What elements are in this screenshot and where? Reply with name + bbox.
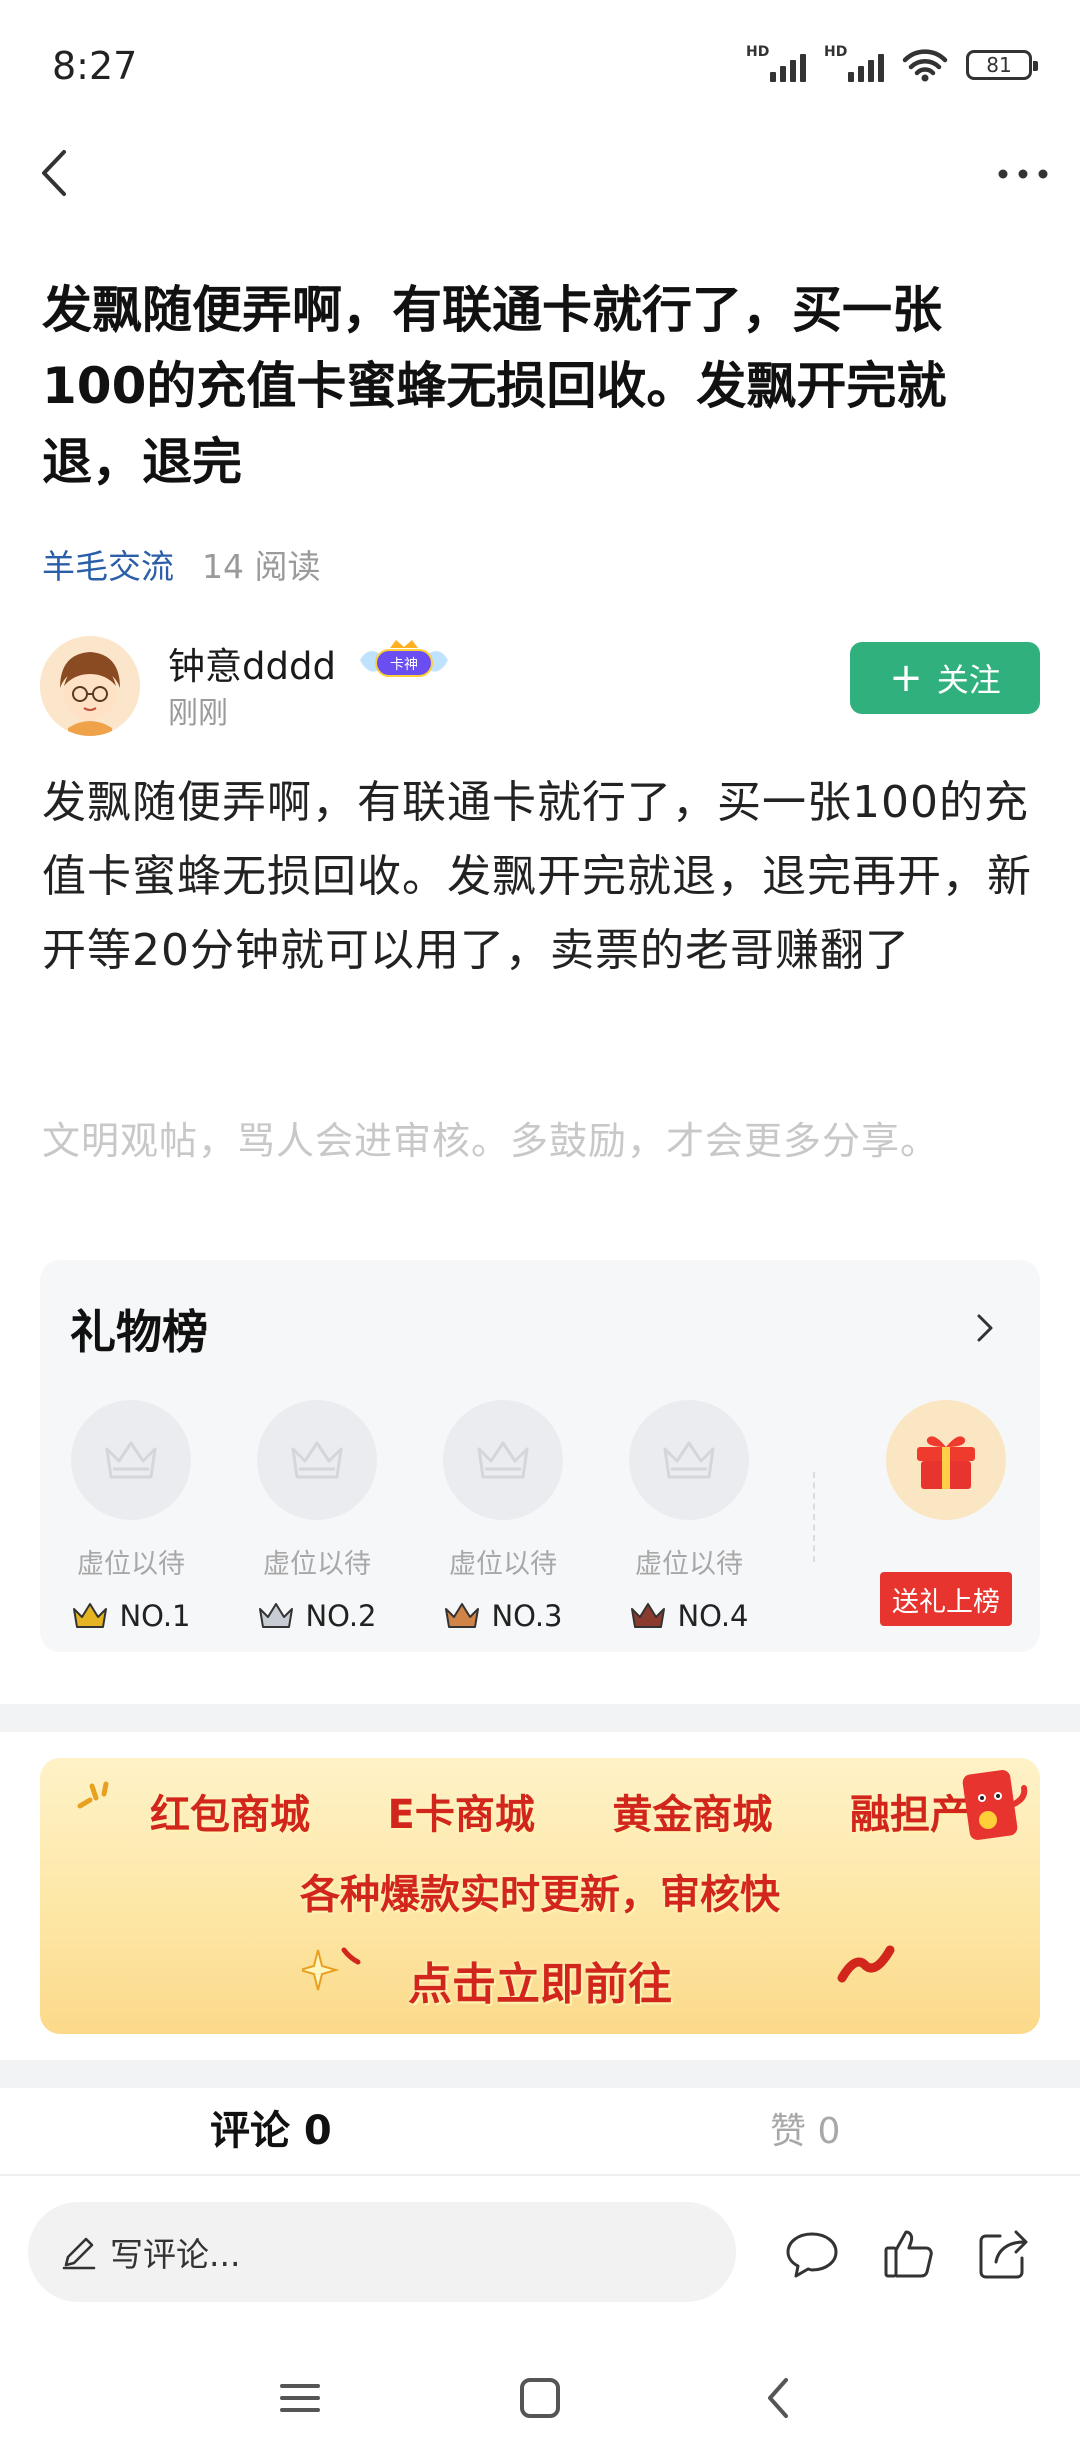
read-count: 14 阅读 <box>202 547 321 586</box>
civility-notice: 文明观帖，骂人会进审核。多鼓励，才会更多分享。 <box>42 1119 940 1163</box>
slot-rank-label: NO.2 <box>305 1599 377 1633</box>
comment-placeholder: 写评论... <box>110 2235 241 2274</box>
chevron-right-icon[interactable] <box>970 1308 1000 1348</box>
banner-category: E卡商城 <box>387 1792 535 1838</box>
banner-categories: 红包商城 E卡商城 黄金商城 融担产品 <box>150 1782 1010 1840</box>
badge-label: 卡神 <box>390 657 418 673</box>
slot-rank: NO.2 <box>252 1599 382 1633</box>
plus-icon: + <box>889 655 923 701</box>
status-icons: HD HD 81 <box>746 44 1038 82</box>
comment-input[interactable]: 写评论... <box>28 2202 736 2302</box>
wifi-icon <box>902 49 948 82</box>
slot-rank-label: NO.1 <box>119 1599 191 1633</box>
divider <box>813 1472 815 1562</box>
signal-icon: HD <box>824 44 884 82</box>
crown-icon <box>631 1603 666 1628</box>
tab-comments[interactable]: 评论 0 <box>210 2098 332 2156</box>
author-row: 钟意dddd 卡神 刚刚 + 关注 <box>40 632 1040 742</box>
follow-label: 关注 <box>936 661 1001 699</box>
signal-icon: HD <box>746 44 806 82</box>
tab-likes[interactable]: 赞 0 <box>770 2102 840 2154</box>
slot-rank-label: NO.3 <box>491 1599 563 1633</box>
home-icon[interactable] <box>510 2368 570 2428</box>
ribbon-icon <box>837 1945 895 1983</box>
banner-category: 黄金商城 <box>612 1792 773 1838</box>
pencil-icon <box>62 2237 96 2270</box>
signal-hd-label: HD <box>746 44 770 60</box>
avatar[interactable] <box>40 636 140 736</box>
section-divider <box>0 2060 1080 2088</box>
slot-rank: NO.4 <box>624 1599 754 1633</box>
more-dots-icon[interactable] <box>988 148 1058 198</box>
menu-icon[interactable] <box>270 2368 330 2428</box>
comment-tabs: 评论 0 赞 0 <box>0 2086 1080 2176</box>
slot-label: 虚位以待 <box>263 1549 371 1580</box>
gift-box-icon[interactable] <box>886 1400 1006 1520</box>
back-icon[interactable] <box>748 2368 808 2428</box>
gift-slot[interactable]: 虚位以待 NO.2 <box>252 1400 382 1633</box>
thumbs-up-icon[interactable] <box>880 2226 936 2282</box>
post-meta: 羊毛交流 14 阅读 <box>42 540 320 588</box>
empty-crown-icon <box>443 1400 563 1520</box>
gift-slot[interactable]: 虚位以待 NO.1 <box>66 1400 196 1633</box>
share-icon[interactable] <box>976 2226 1032 2282</box>
battery-icon: 81 <box>966 50 1038 80</box>
top-nav <box>0 130 1080 220</box>
promo-banner[interactable]: 红包商城 E卡商城 黄金商城 融担产品 各种爆款实时更新，审核快 点击立即前往 <box>40 1758 1040 2034</box>
slot-rank: NO.1 <box>66 1599 196 1633</box>
crown-icon <box>73 1603 108 1628</box>
section-divider <box>0 1704 1080 1732</box>
post-body: 发飘随便弄啊，有联通卡就行了，买一张100的充值卡蜜蜂无损回收。发飘开完就退，退… <box>42 777 1032 976</box>
slot-rank: NO.3 <box>438 1599 568 1633</box>
post-time: 刚刚 <box>168 696 228 731</box>
gift-board-title: 礼物榜 <box>70 1305 208 1359</box>
red-envelope-icon <box>962 1770 1028 1840</box>
slot-rank-label: NO.4 <box>677 1599 749 1633</box>
crown-icon <box>259 1603 294 1628</box>
empty-crown-icon <box>629 1400 749 1520</box>
badge-icon: 卡神 <box>360 640 448 677</box>
system-nav-bar <box>0 2340 1080 2460</box>
gift-slot[interactable]: 虚位以待 NO.3 <box>438 1400 568 1633</box>
crown-icon <box>445 1603 480 1628</box>
banner-category: 红包商城 <box>150 1792 310 1838</box>
gift-board: 礼物榜 虚位以待 NO.1 虚位以待 NO.2 虚位以待 NO.3 虚位以待 N… <box>40 1260 1040 1652</box>
send-gift-button[interactable]: 送礼上榜 <box>880 1572 1012 1626</box>
sparkle-icon <box>77 1781 109 1809</box>
slot-label: 虚位以待 <box>635 1549 743 1580</box>
comment-bubble-icon[interactable] <box>784 2226 840 2282</box>
gift-slot[interactable]: 虚位以待 NO.4 <box>624 1400 754 1633</box>
banner-subtitle: 各种爆款实时更新，审核快 <box>300 1872 780 1918</box>
follow-button[interactable]: + 关注 <box>850 642 1040 714</box>
author-name[interactable]: 钟意dddd <box>168 636 336 690</box>
status-time: 8:27 <box>52 44 138 88</box>
signal-hd-label: HD <box>824 44 848 60</box>
chevron-left-icon[interactable] <box>22 136 92 206</box>
slot-label: 虚位以待 <box>77 1549 185 1580</box>
slot-label: 虚位以待 <box>449 1549 557 1580</box>
battery-level: 81 <box>986 53 1012 77</box>
post-category[interactable]: 羊毛交流 <box>42 540 174 588</box>
empty-crown-icon <box>71 1400 191 1520</box>
status-bar: 8:27 HD HD 81 <box>0 0 1080 130</box>
bottom-action-bar: 写评论... <box>0 2200 1080 2310</box>
empty-crown-icon <box>257 1400 377 1520</box>
post-title: 发飘随便弄啊，有联通卡就行了，买一张100的充值卡蜜蜂无损回收。发飘开完就退，退… <box>42 281 947 491</box>
